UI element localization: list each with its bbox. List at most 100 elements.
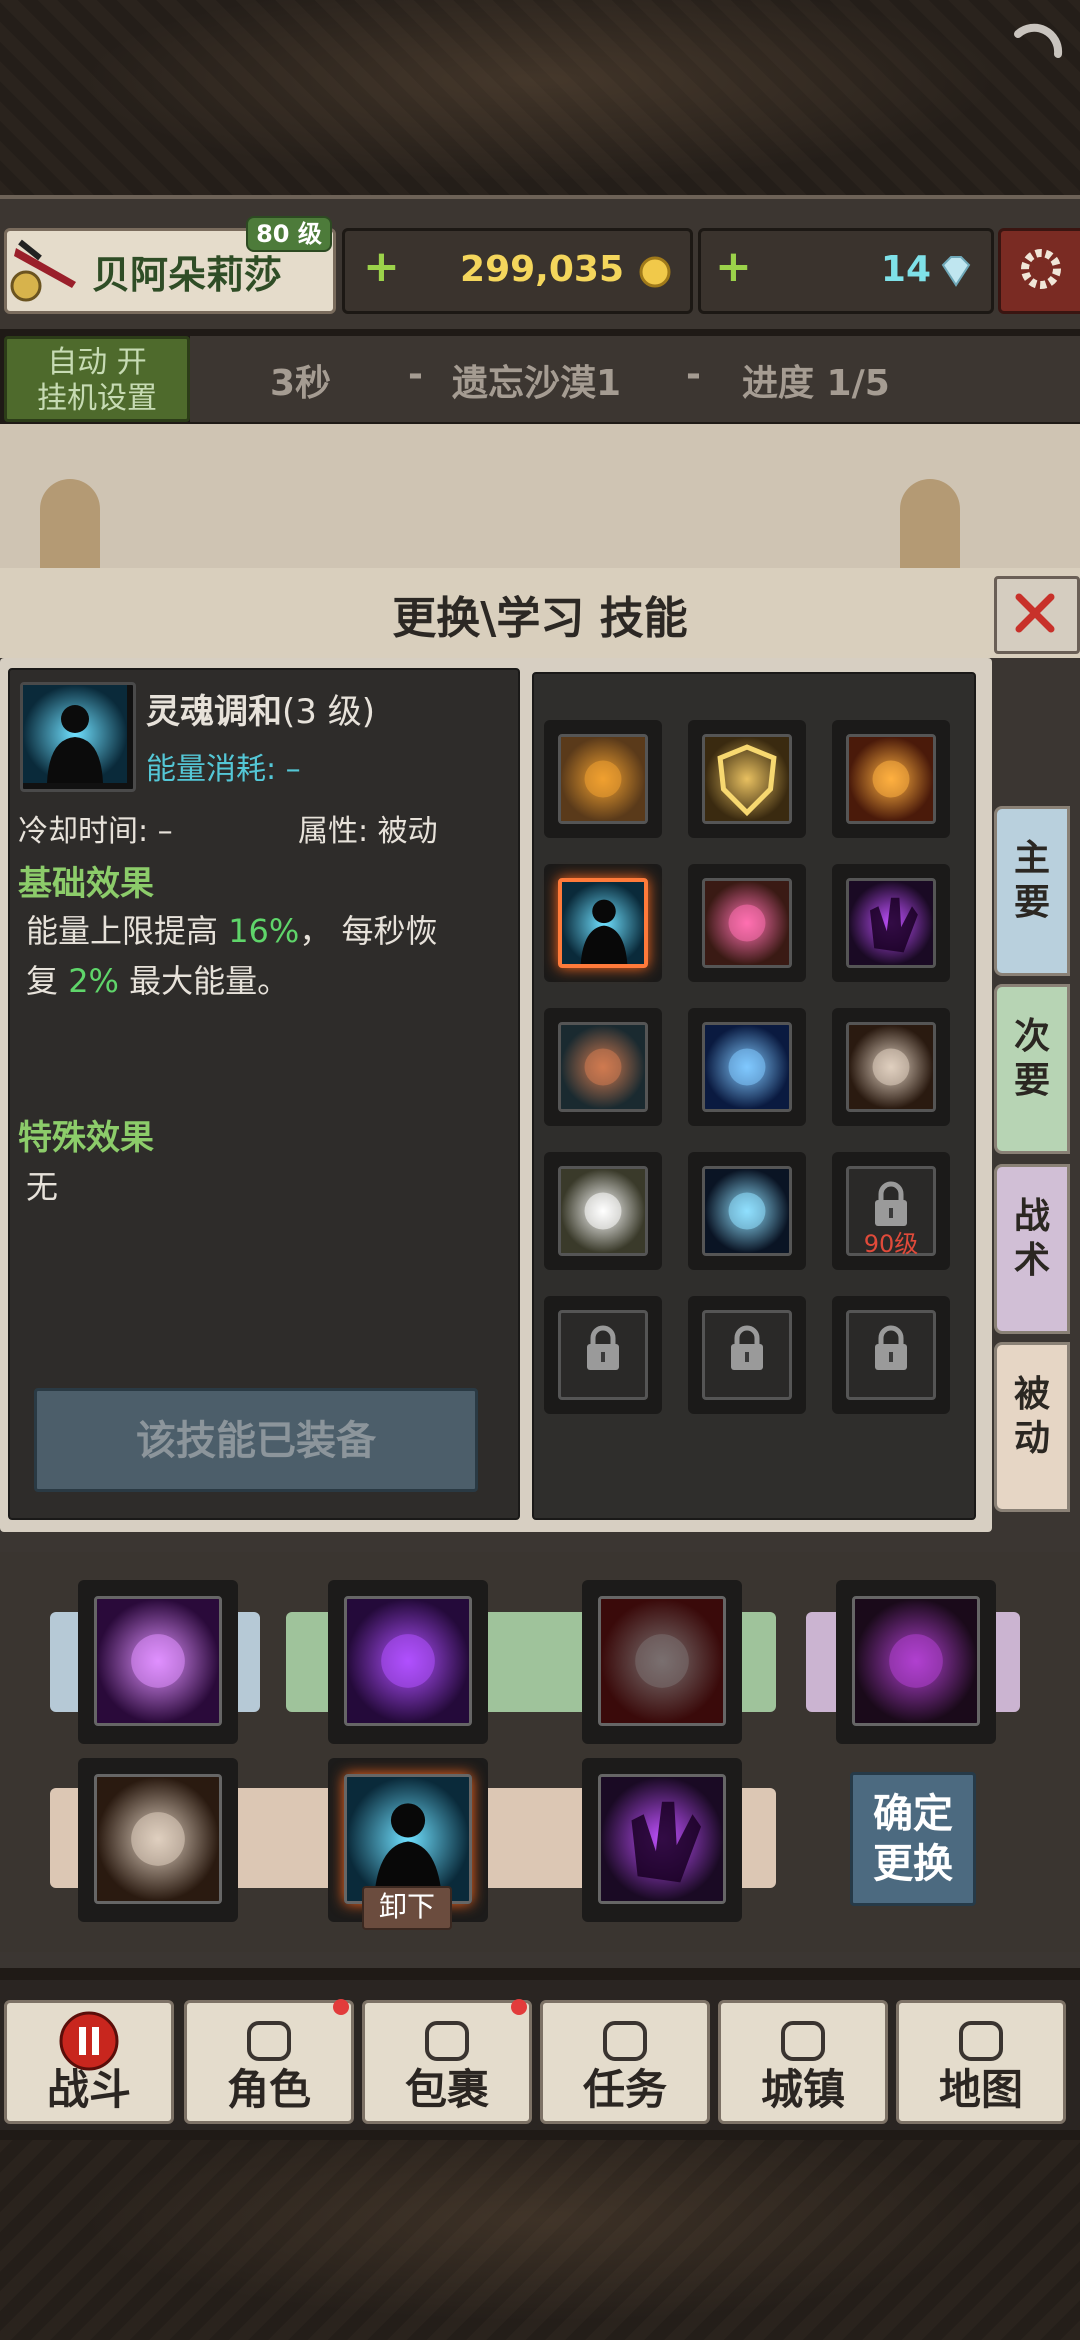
confirm-replace-button[interactable]: 确定 更换 (850, 1772, 976, 1906)
skill-category-tab[interactable]: 次要 (994, 984, 1070, 1154)
coin-icon (639, 256, 671, 288)
locked-skill-slot[interactable] (688, 1296, 806, 1414)
special-effect-title: 特殊效果 (18, 1118, 154, 1158)
serpent-icon (558, 1022, 648, 1112)
explosion-icon (846, 734, 936, 824)
loadout-skill-slot[interactable] (582, 1580, 742, 1744)
nav-label: 战斗 (46, 2065, 131, 2114)
base-effect-title: 基础效果 (18, 864, 154, 904)
cooldown-row: 冷却时间: – (18, 806, 173, 850)
loadout-skill-slot[interactable] (836, 1580, 996, 1744)
nav-button[interactable]: 城镇 (718, 2000, 888, 2124)
radiant-burst-icon (558, 1166, 648, 1256)
stage-separator-2: - (686, 354, 701, 395)
unlock-level-label: 90级 (863, 1230, 919, 1258)
shadow-hand-icon (598, 1774, 726, 1904)
energy-cost-label: 能量消耗: (146, 752, 277, 787)
skill-slot[interactable] (832, 864, 950, 982)
nav-button[interactable]: 角色 (184, 1999, 354, 2124)
skill-slot[interactable] (688, 864, 806, 982)
stage-name: 遗忘沙漠1 (452, 363, 622, 404)
loading-arc-icon (1014, 23, 1063, 58)
add-gem-icon[interactable]: + (715, 241, 752, 292)
bear-icon (558, 734, 648, 824)
nav-button[interactable]: 包裹 (362, 1999, 532, 2124)
loadout-skill-slot[interactable] (582, 1758, 742, 1922)
cooldown-value: – (157, 814, 173, 849)
skill-category-tab[interactable]: 主要 (994, 806, 1070, 976)
skill-category-tab[interactable]: 战术 (994, 1164, 1070, 1334)
energy-cost-row: 能量消耗: – (146, 744, 301, 788)
skill-level: (3 级) (282, 692, 375, 732)
stage-separator: - (408, 354, 423, 395)
top-ornament-background (0, 0, 1080, 200)
locked-skill-slot[interactable] (832, 1296, 950, 1414)
violet-lightning-icon (94, 1596, 222, 1726)
tab-label-line2: 动 (1013, 1418, 1050, 1459)
skill-slot[interactable] (544, 720, 662, 838)
nav-button[interactable]: 战斗 (4, 2000, 174, 2124)
player-name: 贝阿朵莉莎 (92, 253, 283, 297)
loadout-skill-slot[interactable] (78, 1580, 238, 1744)
nav-label: 任务 (582, 2065, 667, 2114)
skill-equipped-button[interactable]: 该技能已装备 (34, 1388, 478, 1492)
stage-progress: 进度 1/5 (742, 363, 890, 404)
lock-icon (875, 1181, 907, 1226)
attribute-value: 被动 (377, 814, 438, 849)
lock-icon (587, 1325, 619, 1370)
skill-slot[interactable] (544, 864, 662, 982)
light-beam-icon (702, 1022, 792, 1112)
gem-amount: 14 (880, 249, 931, 290)
soul-harmony-icon (23, 685, 127, 783)
base-effect-text: 能量上限提高 16%， 每秒恢 复 2% 最大能量。 (26, 906, 496, 1006)
skill-category-tab[interactable]: 被动 (994, 1342, 1070, 1512)
lock-icon (875, 1325, 907, 1370)
skill-slot[interactable] (544, 1152, 662, 1270)
nav-button[interactable]: 地图 (896, 2000, 1066, 2124)
auto-status-label: 自动 开 (47, 345, 147, 380)
locked-skill-slot[interactable]: 90级 (832, 1152, 950, 1270)
diamond-icon (941, 256, 971, 287)
base-effect-value-2: 2% (68, 962, 119, 1000)
nav-label: 地图 (938, 2065, 1023, 2114)
skill-slot[interactable] (688, 1008, 806, 1126)
skill-slot[interactable] (544, 1008, 662, 1126)
nav-button[interactable]: 任务 (540, 2000, 710, 2124)
shadow-hand-icon (846, 878, 936, 968)
base-effect-text-part: 复 (26, 962, 69, 1000)
gem-panel[interactable]: + 14 (698, 228, 994, 314)
cooldown-label: 冷却时间: (18, 814, 149, 849)
confirm-label-line1: 确定 (873, 1791, 953, 1837)
loadout-skill-slot[interactable] (328, 1580, 488, 1744)
confirm-label-line2: 更换 (873, 1841, 953, 1887)
stage-timer: 3秒 (270, 363, 332, 404)
bottom-ornament-background (0, 2140, 1080, 2340)
nav-label: 包裹 (404, 2065, 489, 2114)
tab-label-line1: 次 (1013, 1016, 1050, 1057)
nav-label: 角色 (226, 2065, 311, 2114)
tab-label-line1: 主 (1013, 838, 1050, 879)
skill-name: 灵魂调和 (146, 692, 282, 732)
shadow-face-icon (852, 1596, 980, 1726)
masked-warrior-icon (94, 1774, 222, 1904)
locked-skill-slot[interactable] (544, 1296, 662, 1414)
add-gold-icon[interactable]: + (363, 241, 400, 292)
gold-panel[interactable]: + 299,035 (342, 228, 693, 314)
selected-skill-icon-frame (20, 682, 136, 792)
notification-badge (511, 1999, 527, 2015)
masked-warrior-icon (846, 1022, 936, 1112)
unequip-button[interactable]: 卸下 (362, 1886, 452, 1930)
loadout-skill-slot[interactable] (78, 1758, 238, 1922)
skill-slot[interactable] (688, 720, 806, 838)
base-effect-text-part: 最大能量。 (118, 962, 290, 1000)
auto-idle-settings-button[interactable]: 自动 开 挂机设置 (4, 336, 190, 422)
purple-vortex-icon (344, 1596, 472, 1726)
skill-slot[interactable] (832, 1008, 950, 1126)
loadout-skill-slot[interactable]: 卸下 (328, 1758, 488, 1930)
skill-slot[interactable] (688, 1152, 806, 1270)
gold-amount: 299,035 (460, 249, 624, 290)
soul-harmony-icon (344, 1774, 472, 1904)
settings-button[interactable] (998, 228, 1080, 314)
close-button[interactable] (994, 576, 1080, 654)
skill-slot[interactable] (832, 720, 950, 838)
